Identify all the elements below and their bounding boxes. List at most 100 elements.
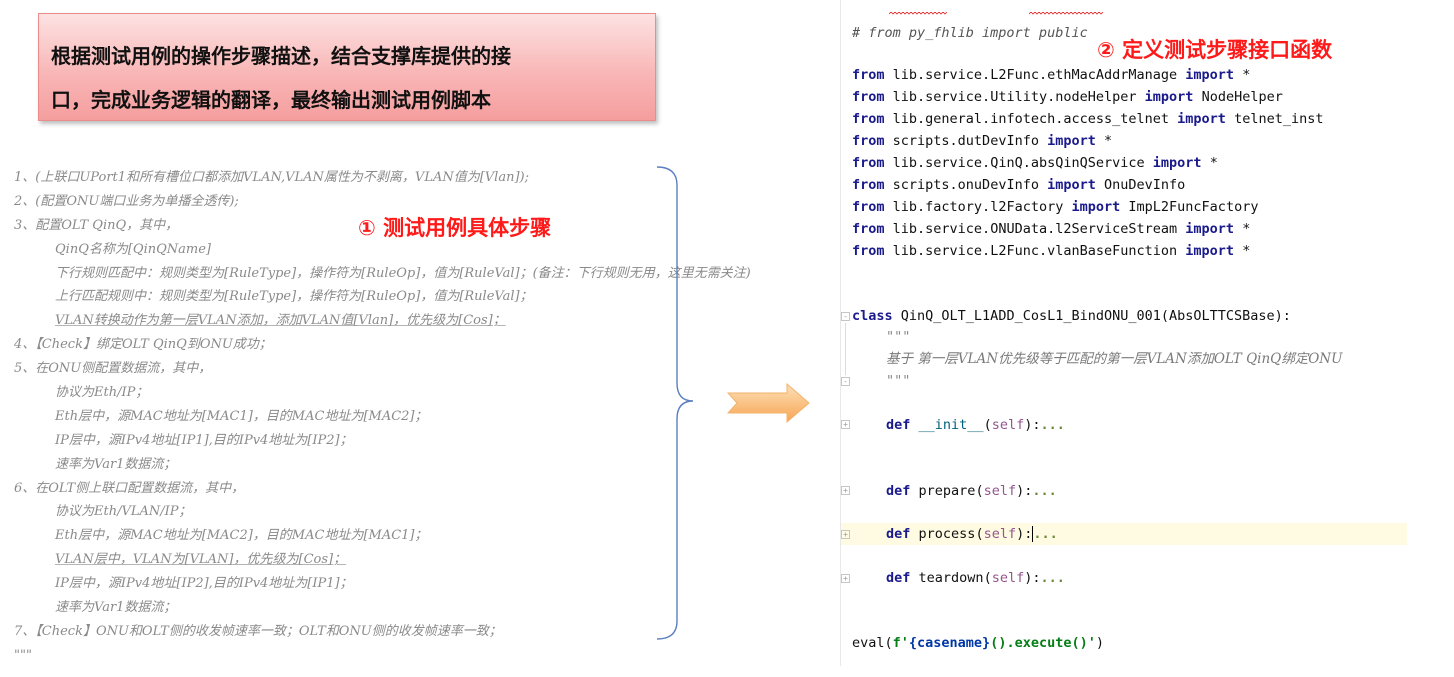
fstring-prefix: f' bbox=[892, 635, 909, 651]
import-name: ImpL2FuncFactory bbox=[1128, 199, 1259, 215]
import-name: * bbox=[1209, 155, 1218, 171]
eval-fn: eval( bbox=[852, 635, 893, 651]
method-name: __init__ bbox=[918, 417, 984, 433]
eval-close: ) bbox=[1095, 635, 1104, 651]
import-line: from lib.service.Utility.nodeHelper impo… bbox=[852, 87, 1283, 107]
step-line: 1、(上联口UPort1和所有槽位口都添加VLAN,VLAN属性为不剥离，VLA… bbox=[14, 170, 529, 185]
fold-guide bbox=[845, 323, 846, 375]
docstring-text: 基于 第一层VLAN优先级等于匹配的第一层VLAN添加OLT QinQ绑定ONU bbox=[886, 351, 1343, 367]
import-name: telnet_inst bbox=[1234, 111, 1324, 127]
kw-class: class bbox=[852, 308, 893, 324]
kw-def: def bbox=[886, 526, 911, 542]
summary-callout: 根据测试用例的操作步骤描述，结合支撑库提供的接 口，完成业务逻辑的翻译，最终输出… bbox=[38, 13, 656, 121]
module-name: lib.general.infotech.access_telnet bbox=[892, 111, 1169, 127]
fold-toggle-icon[interactable]: - bbox=[841, 377, 850, 386]
fold-toggle-icon[interactable]: + bbox=[841, 420, 850, 429]
method-process[interactable]: def process(self):... bbox=[886, 524, 1058, 544]
kw-import: import bbox=[1071, 199, 1121, 215]
step-line: 下行规则匹配中：规则类型为[RuleType]，操作符为[RuleOp]，值为[… bbox=[55, 265, 751, 281]
import-name: * bbox=[1242, 243, 1251, 259]
step-line: 7、【Check】ONU和OLT侧的收发帧速率一致；OLT和ONU侧的收发帧速率… bbox=[14, 623, 502, 639]
step-line: QinQ名称为[QinQName] bbox=[55, 241, 211, 257]
step-line: VLAN转换动作为第一层VLAN添加，添加VLAN值[Vlan]，优先级为[Co… bbox=[55, 313, 506, 329]
kw-from: from bbox=[852, 243, 885, 259]
module-name: scripts.dutDevInfo bbox=[892, 133, 1039, 149]
kw-def: def bbox=[886, 417, 911, 433]
callout-line-2: 口，完成业务逻辑的翻译，最终输出测试用例脚本 bbox=[51, 88, 491, 112]
eval-line: eval(f'{casename}().execute()') bbox=[852, 633, 1104, 653]
docstring-quote: """ bbox=[886, 329, 911, 345]
import-name: * bbox=[1242, 67, 1251, 83]
kw-from: from bbox=[852, 67, 885, 83]
step-line: IP层中，源IPv4地址[IP2],目的IPv4地址为[IP1]； bbox=[55, 576, 353, 592]
step-line: """ bbox=[14, 647, 32, 663]
module-name: lib.service.Utility.nodeHelper bbox=[892, 89, 1137, 105]
module-name: lib.service.QinQ.absQinQService bbox=[892, 155, 1145, 171]
import-line: from lib.service.QinQ.absQinQService imp… bbox=[852, 153, 1218, 173]
method-name: process bbox=[918, 526, 976, 542]
step-line: Eth层中，源MAC地址为[MAC1]，目的MAC地址为[MAC2]； bbox=[55, 408, 428, 424]
module-name: lib.service.L2Func.vlanBaseFunction bbox=[892, 243, 1178, 259]
step-line: 协议为Eth/IP； bbox=[55, 385, 149, 401]
step-line: 速率为Var1数据流； bbox=[55, 600, 177, 616]
kw-import: import bbox=[1047, 177, 1096, 193]
fold-toggle-icon[interactable]: + bbox=[841, 486, 850, 495]
import-line: from scripts.onuDevInfo import OnuDevInf… bbox=[852, 175, 1185, 195]
method-init: def __init__(self):... bbox=[886, 417, 1065, 433]
step-line: 5、在ONU侧配置数据流，其中， bbox=[14, 361, 212, 377]
kw-from: from bbox=[852, 221, 885, 237]
step-line: 速率为Var1数据流； bbox=[55, 456, 177, 472]
step-line: 4、【Check】绑定OLT QinQ到ONU成功； bbox=[14, 337, 272, 353]
step-line: Eth层中，源MAC地址为[MAC2]，目的MAC地址为[MAC1]； bbox=[55, 528, 428, 544]
step-line: IP层中，源IPv4地址[IP1],目的IPv4地址为[IP2]； bbox=[55, 432, 353, 448]
step-line: 2、(配置ONU端口业务为单播全透传); bbox=[14, 193, 239, 209]
module-name: lib.service.L2Func.ethMacAddrManage bbox=[892, 67, 1178, 83]
module-name: lib.service.ONUData.l2ServiceStream bbox=[892, 221, 1178, 237]
kw-import: import bbox=[1185, 67, 1235, 83]
kw-from: from bbox=[852, 111, 885, 127]
fold-toggle-icon[interactable]: + bbox=[841, 574, 850, 583]
module-name: scripts.onuDevInfo bbox=[892, 177, 1039, 193]
kw-from: from bbox=[852, 155, 885, 171]
fstring-rest: ().execute()' bbox=[990, 635, 1096, 651]
kw-import: import bbox=[1185, 221, 1235, 237]
kw-from: from bbox=[852, 177, 885, 193]
code-editor[interactable]: # from py_fhlib import public from lib.s… bbox=[840, 0, 1415, 666]
right-arrow-icon bbox=[727, 383, 810, 423]
kw-import: import bbox=[1047, 133, 1096, 149]
import-name: * bbox=[1242, 221, 1251, 237]
self-param: self bbox=[991, 570, 1025, 586]
error-squiggle bbox=[889, 12, 948, 15]
kw-from: from bbox=[852, 133, 885, 149]
fold-toggle-icon[interactable]: + bbox=[841, 530, 850, 539]
self-param: self bbox=[983, 483, 1017, 499]
error-squiggle bbox=[1029, 12, 1104, 15]
fstring-brace: {casename} bbox=[908, 635, 991, 651]
kw-import: import bbox=[1152, 155, 1202, 171]
self-param: self bbox=[991, 417, 1025, 433]
test-steps-list: 1、(上联口UPort1和所有槽位口都添加VLAN,VLAN属性为不剥离，VLA… bbox=[14, 166, 751, 668]
fold-toggle-icon[interactable]: - bbox=[841, 312, 850, 321]
kw-def: def bbox=[886, 570, 911, 586]
import-line: from lib.factory.l2Factory import ImpL2F… bbox=[852, 197, 1258, 217]
class-definition: class QinQ_OLT_L1ADD_CosL1_BindONU_001(A… bbox=[852, 306, 1291, 326]
curly-brace-icon bbox=[656, 166, 694, 640]
docstring-quote: """ bbox=[886, 373, 911, 389]
kw-def: def bbox=[886, 483, 911, 499]
label-test-steps: ① 测试用例具体步骤 bbox=[358, 216, 552, 240]
import-line: from lib.service.L2Func.vlanBaseFunction… bbox=[852, 241, 1250, 261]
class-name: QinQ_OLT_L1ADD_CosL1_BindONU_001(AbsOLTT… bbox=[900, 308, 1291, 324]
method-name: prepare bbox=[918, 483, 976, 499]
step-line: VLAN层中，VLAN为[VLAN]，优先级为[Cos]； bbox=[55, 552, 347, 568]
label-define-interface: ② 定义测试步骤接口函数 bbox=[1097, 38, 1333, 62]
import-name: OnuDevInfo bbox=[1104, 177, 1186, 193]
kw-import: import bbox=[1185, 243, 1235, 259]
method-teardown: def teardown(self):... bbox=[886, 570, 1065, 586]
import-line: from lib.general.infotech.access_telnet … bbox=[852, 109, 1323, 129]
import-line: from lib.service.L2Func.ethMacAddrManage… bbox=[852, 65, 1250, 85]
code-comment: # from py_fhlib import public bbox=[852, 25, 1088, 41]
callout-line-1: 根据测试用例的操作步骤描述，结合支撑库提供的接 bbox=[51, 44, 511, 68]
import-name: * bbox=[1104, 133, 1113, 149]
step-line: 3、配置OLT QinQ，其中， bbox=[14, 217, 179, 233]
import-line: from lib.service.ONUData.l2ServiceStream… bbox=[852, 219, 1250, 239]
